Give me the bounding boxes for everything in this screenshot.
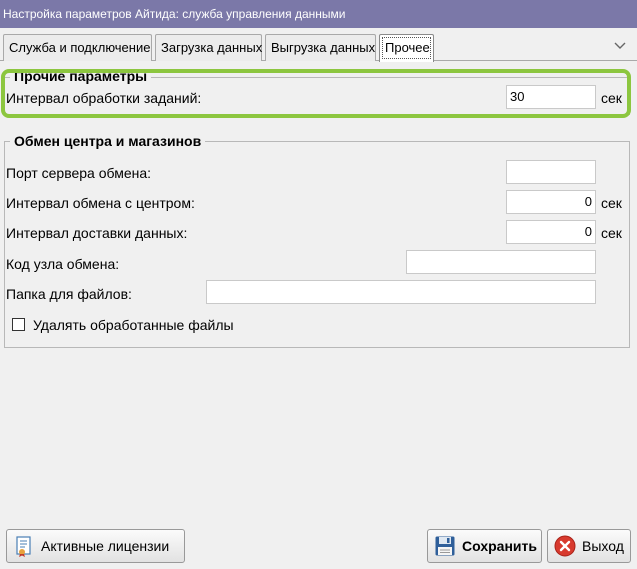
center-interval-unit: сек	[601, 195, 622, 211]
exchange-title: Обмен центра и магазинов	[10, 133, 206, 149]
task-interval-unit: сек	[601, 90, 622, 106]
delete-files-checkbox[interactable]	[12, 318, 25, 331]
save-button[interactable]: Сохранить	[427, 529, 542, 563]
node-code-label: Код узла обмена:	[6, 256, 120, 272]
tab-data-export[interactable]: Выгрузка данных	[265, 34, 376, 61]
tab-data-loading[interactable]: Загрузка данных	[155, 34, 262, 61]
folder-input[interactable]	[206, 280, 596, 304]
other-params-title: Прочие параметры	[10, 68, 152, 84]
tab-bar: Служба и подключение Загрузка данных Выг…	[0, 28, 637, 62]
center-interval-input[interactable]: 0	[506, 190, 596, 214]
task-interval-label: Интервал обработки заданий:	[6, 90, 202, 106]
server-port-label: Порт сервера обмена:	[6, 165, 152, 181]
close-icon	[554, 535, 576, 557]
delivery-interval-label: Интервал доставки данных:	[6, 225, 188, 241]
floppy-disk-icon	[435, 536, 455, 556]
window-title: Настройка параметров Айтида: служба упра…	[0, 0, 637, 28]
server-port-input[interactable]	[506, 160, 596, 184]
exit-button[interactable]: Выход	[547, 529, 631, 563]
node-code-input[interactable]	[406, 250, 596, 274]
licenses-button-label: Активные лицензии	[41, 538, 170, 554]
licenses-button[interactable]: Активные лицензии	[6, 529, 185, 563]
tab-service-connection[interactable]: Служба и подключение	[3, 34, 152, 61]
folder-label: Папка для файлов:	[6, 286, 132, 302]
delivery-interval-unit: сек	[601, 225, 622, 241]
delivery-interval-input[interactable]: 0	[506, 220, 596, 244]
exit-button-label: Выход	[582, 538, 624, 554]
license-icon	[16, 536, 31, 557]
task-interval-input[interactable]: 30	[506, 85, 596, 109]
save-button-label: Сохранить	[462, 538, 537, 554]
tab-other[interactable]: Прочее	[379, 34, 434, 62]
delete-files-label: Удалять обработанные файлы	[33, 317, 234, 333]
chevron-down-icon[interactable]	[613, 38, 627, 52]
center-interval-label: Интервал обмена с центром:	[6, 195, 195, 211]
